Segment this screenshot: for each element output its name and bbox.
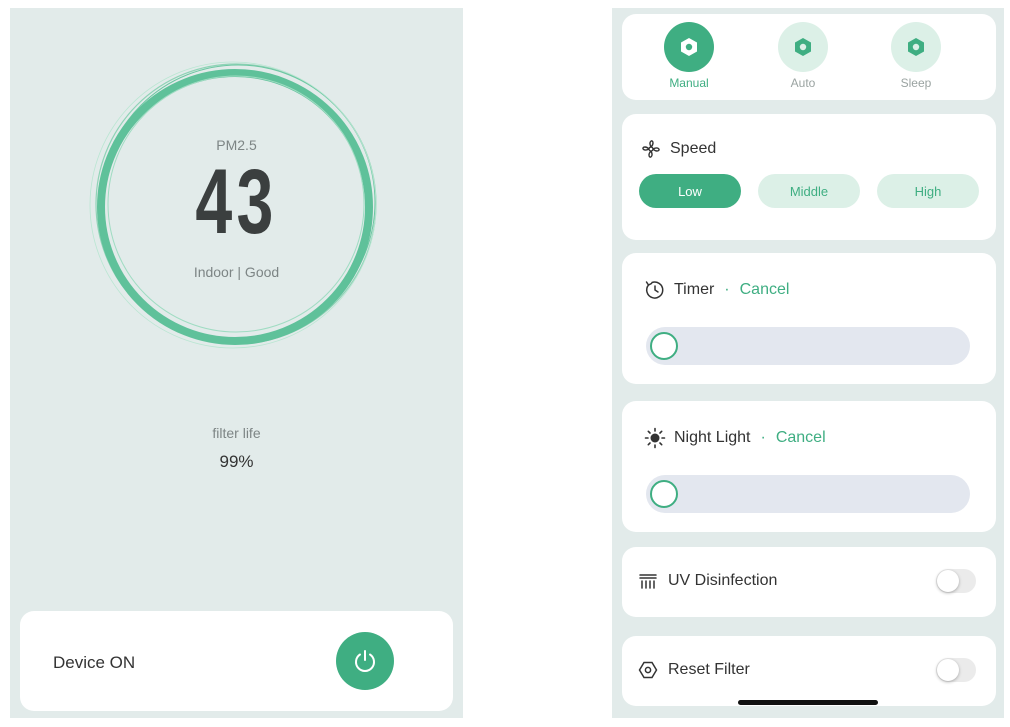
sun-icon bbox=[644, 427, 666, 449]
timer-cancel-link[interactable]: Cancel bbox=[740, 281, 790, 299]
night-light-title: Night Light · Cancel bbox=[644, 427, 826, 449]
mode-selector-card: Manual Auto Sleep bbox=[622, 14, 996, 100]
speed-high-button[interactable]: High bbox=[877, 174, 979, 208]
reset-filter-label: Reset Filter bbox=[668, 661, 750, 678]
filter-life-value: 99% bbox=[219, 452, 254, 471]
hexagon-nut-icon bbox=[778, 22, 828, 72]
device-status-label: Device ON bbox=[53, 653, 136, 672]
speed-title: Speed bbox=[640, 138, 716, 160]
speed-low-button[interactable]: Low bbox=[639, 174, 741, 208]
night-light-title-label: Night Light bbox=[674, 429, 751, 446]
hexagon-icon bbox=[638, 661, 658, 679]
reset-filter-toggle-knob bbox=[937, 659, 959, 681]
reset-filter-row: Reset Filter bbox=[638, 660, 750, 680]
uv-disinfection-toggle-knob bbox=[937, 570, 959, 592]
indoor-status: Indoor | Good bbox=[193, 264, 280, 280]
mode-sleep[interactable]: Sleep bbox=[876, 22, 956, 90]
mode-auto-label: Auto bbox=[790, 76, 816, 90]
device-status-card: Device ON bbox=[20, 611, 453, 711]
timer-title-label: Timer bbox=[674, 281, 715, 298]
home-indicator[interactable] bbox=[738, 700, 878, 705]
timer-slider-track[interactable] bbox=[646, 327, 970, 365]
night-light-cancel-link[interactable]: Cancel bbox=[776, 429, 826, 447]
speed-title-label: Speed bbox=[670, 140, 717, 157]
controls-panel: Manual Auto Sleep Speed Low Middle High … bbox=[612, 8, 1004, 718]
mode-sleep-label: Sleep bbox=[900, 76, 932, 90]
timer-slider-thumb[interactable] bbox=[650, 332, 678, 360]
clock-icon bbox=[645, 281, 664, 299]
filter-life-label: filter life bbox=[212, 425, 261, 441]
night-light-card: Night Light · Cancel bbox=[622, 401, 996, 532]
mode-manual[interactable]: Manual bbox=[649, 22, 729, 90]
mode-manual-label: Manual bbox=[669, 76, 709, 90]
hexagon-nut-icon bbox=[891, 22, 941, 72]
power-icon bbox=[355, 650, 375, 672]
speed-middle-button[interactable]: Middle bbox=[758, 174, 860, 208]
uv-disinfection-toggle[interactable] bbox=[936, 569, 976, 593]
uv-disinfection-card: UV Disinfection bbox=[622, 547, 996, 617]
pm25-value: 43 bbox=[195, 151, 278, 253]
night-light-separator: · bbox=[760, 429, 766, 446]
night-light-slider-track[interactable] bbox=[646, 475, 970, 513]
fan-icon bbox=[642, 140, 660, 158]
night-light-slider-thumb[interactable] bbox=[650, 480, 678, 508]
hexagon-nut-icon bbox=[664, 22, 714, 72]
speed-card: Speed Low Middle High bbox=[622, 114, 996, 240]
uv-disinfection-row: UV Disinfection bbox=[638, 571, 777, 591]
timer-title: Timer · Cancel bbox=[644, 279, 789, 301]
uv-lamp-icon bbox=[639, 574, 657, 589]
timer-card: Timer · Cancel bbox=[622, 253, 996, 384]
reset-filter-toggle[interactable] bbox=[936, 658, 976, 682]
reset-filter-card: Reset Filter bbox=[622, 636, 996, 706]
air-quality-panel: PM2.5 43 Indoor | Good filter life 99% D… bbox=[10, 8, 463, 718]
timer-separator: · bbox=[724, 281, 730, 298]
uv-disinfection-label: UV Disinfection bbox=[668, 572, 778, 589]
mode-auto[interactable]: Auto bbox=[763, 22, 843, 90]
power-button[interactable] bbox=[336, 632, 394, 690]
